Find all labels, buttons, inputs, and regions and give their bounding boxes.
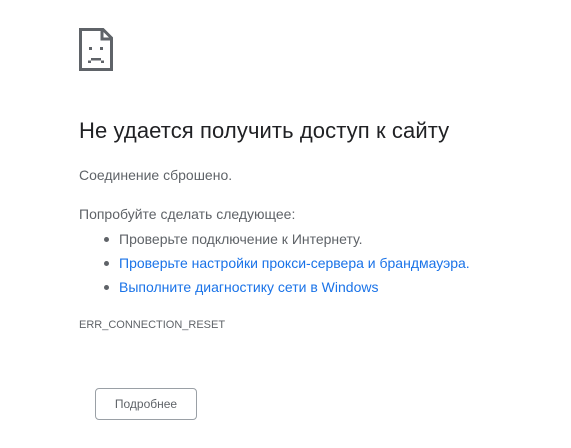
suggestion-check-proxy-firewall: Проверьте настройки прокси-сервера и бра…: [104, 254, 470, 278]
suggestion-check-connection: Проверьте подключение к Интернету.: [104, 230, 470, 254]
error-code: ERR_CONNECTION_RESET: [79, 319, 226, 331]
suggestion-run-diagnostics: Выполните диагностику сети в Windows: [104, 278, 470, 302]
suggestions-heading: Попробуйте сделать следующее:: [79, 206, 296, 222]
proxy-firewall-link[interactable]: Проверьте настройки прокси-сервера и бра…: [119, 255, 470, 271]
error-reason: Соединение сброшено.: [79, 167, 233, 183]
network-diagnostics-link[interactable]: Выполните диагностику сети в Windows: [119, 279, 378, 295]
error-title: Не удается получить доступ к сайту: [79, 118, 450, 143]
suggestions-list: Проверьте подключение к Интернету. Прове…: [79, 230, 470, 302]
error-page: Не удается получить доступ к сайту Соеди…: [0, 0, 571, 448]
sad-page-icon: [79, 28, 113, 71]
details-button[interactable]: Подробнее: [95, 388, 197, 420]
suggestion-label: Проверьте подключение к Интернету.: [119, 231, 363, 247]
